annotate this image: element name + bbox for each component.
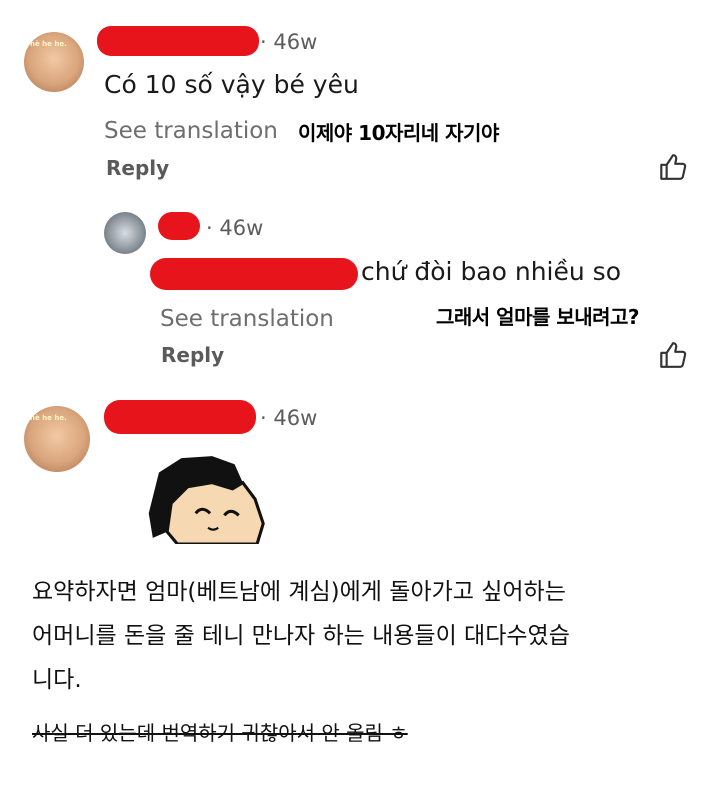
avatar-caption: hè he he. — [30, 40, 67, 48]
redacted-username — [97, 26, 259, 56]
avatar[interactable] — [104, 212, 146, 254]
comment-text: Có 10 số vậy bé yêu — [104, 70, 359, 99]
summary-line: 니다. — [32, 667, 82, 693]
timestamp: · 46w — [260, 30, 318, 54]
cartoon-sticker — [148, 456, 265, 544]
avatar-caption: hè he he. — [30, 414, 67, 422]
summary-line: 어머니를 돈을 줄 테니 만나자 하는 내용들이 대다수였습 — [32, 623, 570, 649]
reply-button[interactable]: Reply — [106, 156, 169, 180]
summary-line: 요약하자면 엄마(베트남에 계심)에게 돌아가고 싶어하는 — [32, 579, 566, 605]
redacted-mention — [150, 258, 358, 290]
avatar[interactable]: hè he he. — [24, 406, 90, 472]
korean-translation-overlay: 이제야 10자리네 자기야 — [298, 121, 499, 145]
timestamp: · 46w — [260, 406, 318, 430]
strikethrough-note: 사실 더 있는데 번역하기 귀찮아서 안 올림 ㅎ — [32, 721, 408, 745]
see-translation-link[interactable]: See translation — [104, 118, 278, 144]
redacted-username — [158, 212, 200, 240]
redacted-username — [104, 400, 256, 434]
thumbs-up-icon[interactable] — [657, 152, 687, 182]
comment-text: chứ đòi bao nhiều so — [361, 257, 621, 286]
timestamp: · 46w — [206, 216, 264, 240]
korean-translation-overlay: 그래서 얼마를 보내려고? — [436, 305, 640, 329]
see-translation-link[interactable]: See translation — [160, 306, 334, 332]
reply-button[interactable]: Reply — [161, 343, 224, 367]
avatar[interactable]: hè he he. — [24, 32, 84, 92]
summary-text: 요약하자면 엄마(베트남에 계심)에게 돌아가고 싶어하는 어머니를 돈을 줄 … — [32, 570, 702, 702]
thumbs-up-icon[interactable] — [657, 340, 687, 370]
